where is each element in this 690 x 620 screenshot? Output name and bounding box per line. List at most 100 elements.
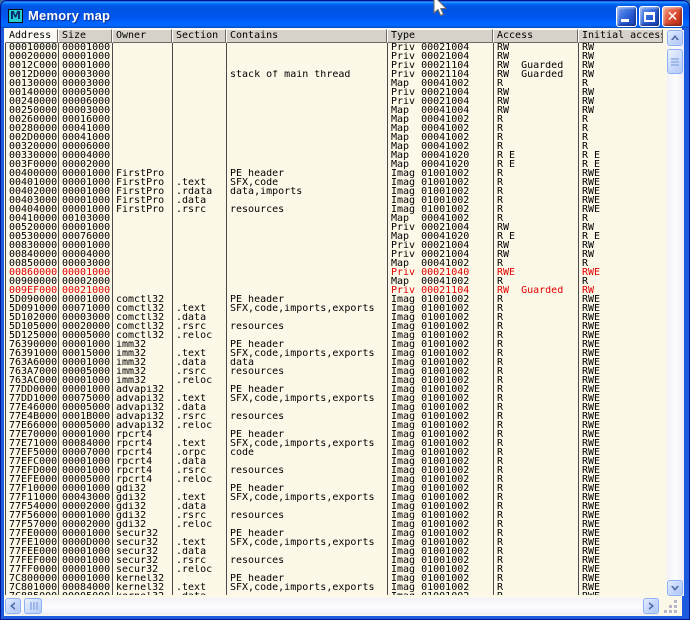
table-row[interactable]: 77FE0000 00001000 secur32 PE header Imag… (6, 529, 663, 538)
cell-contains: resources (227, 556, 388, 565)
table-row[interactable]: 5D090000 00001000 comctl32 PE header Ima… (6, 295, 663, 304)
table-row[interactable]: 77F10000 00001000 gdi32 PE header Imag 0… (6, 484, 663, 493)
table-row[interactable]: 77E71000 00084000 rpcrt4 .text SFX,code,… (6, 439, 663, 448)
cell-owner: FirstPro (113, 178, 173, 187)
column-header-contains[interactable]: Contains (226, 29, 387, 43)
table-row[interactable]: 00830000 00001000 Priv 00021004 RW RW (6, 241, 663, 250)
table-row[interactable]: 77EF5000 00007000 rpcrt4 .orpc code Imag… (6, 448, 663, 457)
table-row[interactable]: 77F11000 00043000 gdi32 .text SFX,code,i… (6, 493, 663, 502)
column-header-access[interactable]: Access (493, 29, 578, 43)
scroll-right-button[interactable] (643, 598, 659, 614)
table-row[interactable]: 003F0000 00002000 Map 00041020 R E R E (6, 160, 663, 169)
table-row[interactable]: 00900000 00002000 Map 00041002 R R (6, 277, 663, 286)
table-row[interactable]: 77FEE000 00001000 secur32 .data Imag 010… (6, 547, 663, 556)
column-header-owner[interactable]: Owner (112, 29, 172, 43)
table-row[interactable]: 00520000 00001000 Priv 00021004 RW RW (6, 223, 663, 232)
table-row[interactable]: 77E4B000 0001B000 advapi32 .rsrc resourc… (6, 412, 663, 421)
title-bar[interactable]: M Memory map ✕ (1, 1, 689, 28)
table-row[interactable]: 00010000 00001000 Priv 00021004 RW RW (6, 43, 663, 52)
table-row[interactable]: 77EFC000 00001000 rpcrt4 .data Imag 0100… (6, 457, 663, 466)
cell-owner: secur32 (113, 547, 173, 556)
table-row[interactable]: 00250000 00003000 Map 00041004 RW RW (6, 106, 663, 115)
table-row[interactable]: 77E46000 00005000 advapi32 .data Imag 01… (6, 403, 663, 412)
cell-section (173, 106, 227, 115)
table-row[interactable]: 77F54000 00002000 gdi32 .data Imag 01001… (6, 502, 663, 511)
column-header-initial-access[interactable]: Initial access (578, 29, 663, 43)
table-row[interactable]: 00130000 00003000 Map 00041002 R R (6, 79, 663, 88)
table-row[interactable]: 00401000 00001000 FirstPro .text SFX,cod… (6, 178, 663, 187)
horizontal-scroll-thumb[interactable] (24, 598, 42, 614)
table-row[interactable]: 77E70000 00001000 rpcrt4 PE header Imag … (6, 430, 663, 439)
table-row[interactable]: 5D105000 00020000 comctl32 .rsrc resourc… (6, 322, 663, 331)
table-row[interactable]: 00280000 00041000 Map 00041002 R R (6, 124, 663, 133)
table-row[interactable]: 00840000 00004000 Priv 00021004 RW RW (6, 250, 663, 259)
scroll-up-button[interactable] (667, 30, 683, 46)
table-row[interactable]: 7C885000 00005000 kernel32 .data Imag 01… (6, 592, 663, 595)
table-row[interactable]: 00410000 00103000 Map 00041002 R R (6, 214, 663, 223)
cell-section (173, 61, 227, 70)
table-row[interactable]: 00020000 00001000 Priv 00021004 RW RW (6, 52, 663, 61)
cell-type: Imag 01001002 (388, 358, 494, 367)
table-row[interactable]: 00402000 00001000 FirstPro .rdata data,i… (6, 187, 663, 196)
table-row[interactable]: 76390000 00001000 imm32 PE header Imag 0… (6, 340, 663, 349)
vertical-scrollbar[interactable] (667, 30, 684, 596)
cell-type: Priv 00021004 (388, 52, 494, 61)
table-row[interactable]: 77F57000 00002000 gdi32 .reloc Imag 0100… (6, 520, 663, 529)
table-row[interactable]: 77F56000 00001000 gdi32 .rsrc resources … (6, 511, 663, 520)
table-row[interactable]: 77DD0000 00001000 advapi32 PE header Ima… (6, 385, 663, 394)
cell-section: .data (173, 592, 227, 595)
scroll-down-button[interactable] (667, 580, 683, 596)
column-header-size[interactable]: Size (58, 29, 112, 43)
cell-contains (227, 106, 388, 115)
table-row[interactable]: 76391000 00015000 imm32 .text SFX,code,i… (6, 349, 663, 358)
maximize-button[interactable] (639, 6, 660, 27)
table-row[interactable]: 00403000 00001000 FirstPro .data Imag 01… (6, 196, 663, 205)
table-row[interactable]: 00860000 00001000 Priv 00021040 RWE RWE (6, 268, 663, 277)
table-row[interactable]: 00330000 00004000 Map 00041020 R E R E (6, 151, 663, 160)
table-row[interactable]: 77FE1000 0000D000 secur32 .text SFX,code… (6, 538, 663, 547)
table-row[interactable]: 00850000 00003000 Map 00041002 R R (6, 259, 663, 268)
cell-section (173, 529, 227, 538)
table-row[interactable]: 77DD1000 00075000 advapi32 .text SFX,cod… (6, 394, 663, 403)
table-row[interactable]: 002D0000 00041000 Map 00041002 R R (6, 133, 663, 142)
close-button[interactable]: ✕ (662, 6, 683, 27)
cell-type: Map 00041002 (388, 79, 494, 88)
cell-initial-access: RWE (579, 502, 663, 511)
resize-grip-icon[interactable] (663, 599, 679, 615)
horizontal-scrollbar[interactable] (5, 598, 659, 615)
minimize-button[interactable] (616, 6, 637, 27)
table-row[interactable]: 5D091000 00071000 comctl32 .text SFX,cod… (6, 304, 663, 313)
table-row[interactable]: 77E66000 00005000 advapi32 .reloc Imag 0… (6, 421, 663, 430)
table-row[interactable]: 009EF000 00021000 Priv 00021104 RW Guard… (6, 286, 663, 295)
table-row[interactable]: 5D102000 00003000 comctl32 .data Imag 01… (6, 313, 663, 322)
table-row[interactable]: 00140000 00005000 Priv 00021004 RW RW (6, 88, 663, 97)
column-header-address[interactable]: Address (5, 29, 58, 43)
table-row[interactable]: 0012C000 00001000 Priv 00021104 RW Guard… (6, 61, 663, 70)
cell-section: .data (173, 313, 227, 322)
table-row[interactable]: 77FEF000 00001000 secur32 .rsrc resource… (6, 556, 663, 565)
vertical-scroll-thumb[interactable] (667, 49, 683, 74)
table-row[interactable]: 77FF0000 00001000 secur32 .reloc Imag 01… (6, 565, 663, 574)
table-row[interactable]: 5D125000 00005000 comctl32 .reloc Imag 0… (6, 331, 663, 340)
table-row[interactable]: 0012D000 00003000 stack of main thread P… (6, 70, 663, 79)
column-header-section[interactable]: Section (172, 29, 226, 43)
column-header-type[interactable]: Type (387, 29, 493, 43)
table-row[interactable]: 763A7000 00005000 imm32 .rsrc resources … (6, 367, 663, 376)
table-row[interactable]: 00404000 00001000 FirstPro .rsrc resourc… (6, 205, 663, 214)
table-row[interactable]: 00260000 00016000 Map 00041002 R R (6, 115, 663, 124)
cell-size: 00001000 (59, 511, 113, 520)
table-row[interactable]: 763AC000 00001000 imm32 .reloc Imag 0100… (6, 376, 663, 385)
table-row[interactable]: 763A6000 00001000 imm32 .data data Imag … (6, 358, 663, 367)
table-row[interactable]: 7C801000 00084000 kernel32 .text SFX,cod… (6, 583, 663, 592)
table-row[interactable]: 00530000 00076000 Map 00041020 R E R E (6, 232, 663, 241)
table-row[interactable]: 7C800000 00001000 kernel32 PE header Ima… (6, 574, 663, 583)
cell-address: 77FEF000 (6, 556, 59, 565)
table-row[interactable]: 00400000 00001000 FirstPro PE header Ima… (6, 169, 663, 178)
table-row[interactable]: 77EFD000 00001000 rpcrt4 .rsrc resources… (6, 466, 663, 475)
table-row[interactable]: 77EFE000 00005000 rpcrt4 .reloc Imag 010… (6, 475, 663, 484)
cell-owner: advapi32 (113, 385, 173, 394)
table-row[interactable]: 00240000 00006000 Priv 00021004 RW RW (6, 97, 663, 106)
scroll-left-button[interactable] (5, 598, 21, 614)
table-body[interactable]: 00010000 00001000 Priv 00021004 RW RW 00… (5, 43, 663, 595)
table-row[interactable]: 00320000 00006000 Map 00041002 R R (6, 142, 663, 151)
